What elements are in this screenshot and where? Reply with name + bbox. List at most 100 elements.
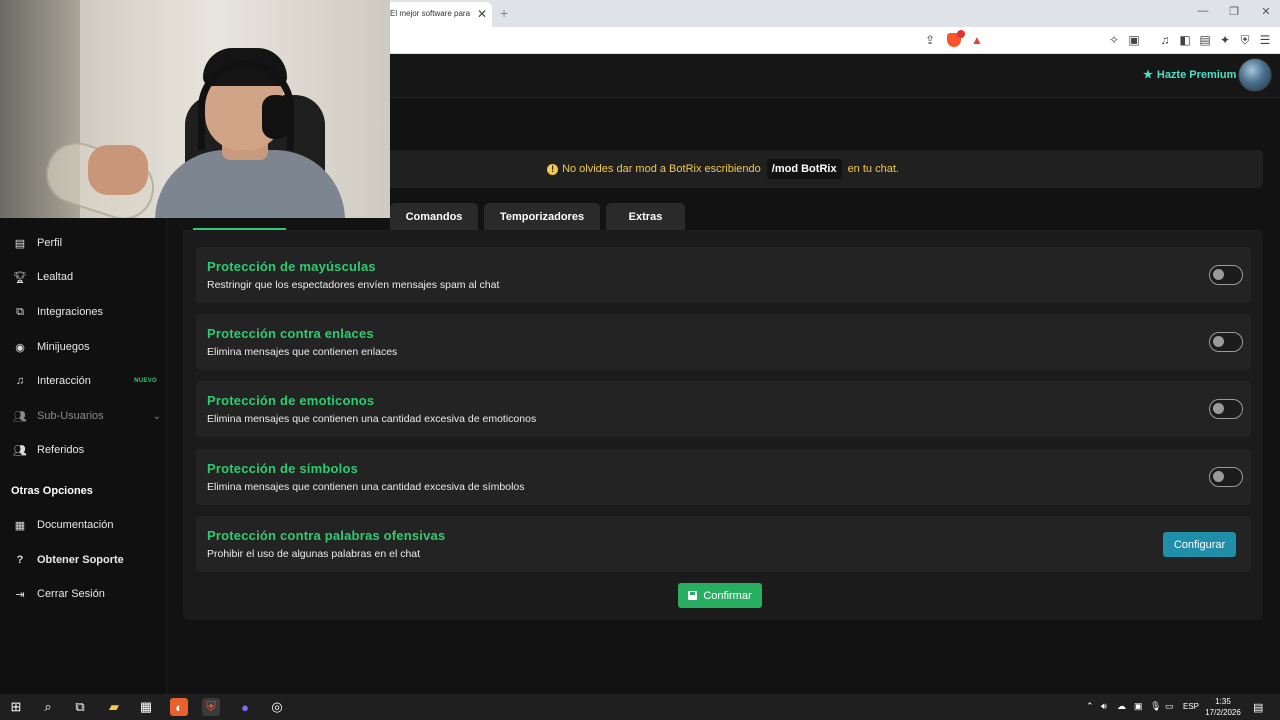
- browser-tab[interactable]: El mejor software para ✕: [386, 2, 492, 27]
- menu-icon[interactable]: ☰: [1258, 33, 1272, 47]
- tab-comandos[interactable]: Comandos: [390, 203, 478, 230]
- tab-temporizadores[interactable]: Temporizadores: [484, 203, 600, 230]
- protection-description: Elimina mensajes que contienen enlaces: [207, 346, 398, 358]
- tray-app-icon[interactable]: ▣: [1134, 701, 1143, 712]
- store-icon[interactable]: ▦: [137, 698, 155, 716]
- microphone-icon[interactable]: 🎙︎: [1150, 701, 1161, 712]
- sidebar-item-perfil[interactable]: ▤ Perfil: [11, 233, 163, 253]
- search-icon[interactable]: ⌕: [39, 698, 57, 716]
- share-icon[interactable]: ⇪: [923, 33, 937, 47]
- save-icon: [688, 591, 698, 600]
- close-tab-icon[interactable]: ✕: [477, 7, 487, 21]
- confirm-button[interactable]: Confirmar: [678, 583, 762, 608]
- network-icon[interactable]: ▭: [1165, 701, 1174, 712]
- simbolos-toggle[interactable]: [1209, 467, 1243, 487]
- restore-button[interactable]: ❐: [1226, 5, 1242, 18]
- protection-title: Protección de mayúsculas: [207, 259, 376, 274]
- clock[interactable]: 1:35 17/2/2026: [1203, 696, 1243, 718]
- protection-description: Restringir que los espectadores envíen m…: [207, 279, 500, 291]
- sidebar-item-label: Cerrar Sesión: [37, 588, 105, 600]
- sidebar-item-label: Integraciones: [37, 306, 104, 318]
- protection-card-emoticonos: Protección de emoticonos Elimina mensaje…: [196, 381, 1251, 437]
- clock-time: 1:35: [1215, 697, 1231, 706]
- music-note-icon: ♫: [15, 375, 25, 387]
- sidebar-item-label: Interacción: [37, 375, 91, 387]
- webcam-person-hand: [88, 145, 148, 195]
- task-view-icon[interactable]: ⧉: [71, 698, 89, 716]
- sidebar-item-label: Documentación: [37, 519, 114, 531]
- sidebar-item-lealtad[interactable]: 🏆︎ Lealtad: [11, 267, 163, 287]
- brave-browser-icon[interactable]: ⛨: [202, 698, 220, 716]
- sidebar-icon[interactable]: ◧: [1178, 33, 1192, 47]
- emoticonos-toggle[interactable]: [1209, 399, 1243, 419]
- users-icon: 👥︎: [13, 410, 27, 423]
- configure-button[interactable]: Configurar: [1163, 532, 1236, 557]
- sidebar-item-referidos[interactable]: 👥︎ Referidos: [11, 440, 163, 460]
- wallet-icon[interactable]: ▤: [1198, 33, 1212, 47]
- protection-card-enlaces: Protección contra enlaces Elimina mensaj…: [196, 314, 1251, 370]
- obs-icon[interactable]: ◎: [268, 698, 286, 716]
- music-icon[interactable]: ♫: [1158, 33, 1172, 47]
- discord-icon[interactable]: ●: [236, 698, 254, 716]
- sidebar-item-soporte[interactable]: ? Obtener Soporte: [11, 550, 163, 570]
- browser-tab-title: El mejor software para: [390, 9, 471, 18]
- sidebar-item-sub-usuarios[interactable]: 👥︎ Sub-Usuarios ⌄: [11, 406, 163, 426]
- sidebar-item-minijuegos[interactable]: ◉ Minijuegos: [11, 337, 163, 357]
- toggle-knob: [1213, 471, 1224, 482]
- tray-chevron-up-icon[interactable]: ⌃: [1086, 701, 1094, 712]
- app-orange-icon[interactable]: ◐: [170, 698, 188, 716]
- gamepad-icon: ◉: [15, 341, 25, 354]
- brave-rewards-icon[interactable]: ▲: [970, 33, 984, 47]
- mayusculas-toggle[interactable]: [1209, 265, 1243, 285]
- trophy-icon: 🏆︎: [13, 271, 27, 284]
- sidebar-item-label: Minijuegos: [37, 341, 90, 353]
- volume-icon[interactable]: 🔊︎: [1101, 701, 1107, 712]
- leo-ai-icon[interactable]: ✦: [1218, 33, 1232, 47]
- star-icon: ★: [1143, 69, 1153, 81]
- sidebar-item-cerrar-sesion[interactable]: ⇥ Cerrar Sesión: [11, 584, 163, 604]
- toggle-knob: [1213, 336, 1224, 347]
- vpn-icon[interactable]: ⛨: [1238, 33, 1252, 47]
- extensions-icon[interactable]: ✧: [1107, 33, 1121, 47]
- protection-card-mayusculas: Protección de mayúsculas Restringir que …: [196, 247, 1251, 303]
- new-tab-button[interactable]: +: [500, 5, 508, 21]
- premium-link[interactable]: ★ Hazte Premium: [1143, 68, 1236, 81]
- tab-extras[interactable]: Extras: [606, 203, 685, 230]
- file-explorer-icon[interactable]: ▰: [105, 698, 123, 716]
- sidebar-item-label: Perfil: [37, 237, 63, 249]
- minimize-button[interactable]: —: [1195, 5, 1211, 17]
- windows-start-icon[interactable]: ⊞: [7, 698, 25, 716]
- user-group-icon: 👥︎: [13, 444, 27, 457]
- chevron-down-icon: ⌄: [152, 410, 161, 422]
- sidebar-item-interaccion[interactable]: ♫ Interacción NUEVO: [11, 371, 163, 391]
- protection-description: Elimina mensajes que contienen una canti…: [207, 481, 525, 493]
- logout-icon: ⇥: [15, 588, 25, 601]
- screenshot-icon[interactable]: ▣: [1127, 33, 1141, 47]
- protection-card-simbolos: Protección de símbolos Elimina mensajes …: [196, 449, 1251, 505]
- brave-shield-icon[interactable]: [947, 30, 965, 47]
- clock-date: 17/2/2026: [1205, 708, 1241, 717]
- toggle-knob: [1213, 403, 1224, 414]
- premium-label: Hazte Premium: [1156, 69, 1237, 81]
- protection-description: Prohibir el uso de algunas palabras en e…: [207, 548, 421, 560]
- notifications-icon[interactable]: ▤: [1253, 701, 1263, 714]
- language-indicator[interactable]: ESP: [1183, 702, 1199, 711]
- protection-title: Protección contra enlaces: [207, 326, 374, 341]
- help-icon: ?: [16, 554, 24, 566]
- sidebar-item-label: Obtener Soporte: [37, 554, 124, 566]
- protection-title: Protección contra palabras ofensivas: [207, 528, 446, 543]
- sidebar-section-title: Otras Opciones: [11, 485, 93, 497]
- weather-icon[interactable]: ☁: [1117, 701, 1126, 712]
- sidebar-item-documentacion[interactable]: ▦ Documentación: [11, 515, 163, 535]
- avatar[interactable]: [1238, 58, 1272, 92]
- id-card-icon: ▤: [14, 237, 26, 250]
- new-badge: NUEVO: [134, 378, 157, 384]
- webcam-headset-earcup: [262, 95, 290, 139]
- close-window-button[interactable]: ✕: [1258, 5, 1274, 18]
- confirm-label: Confirmar: [703, 589, 752, 602]
- webcam-overlay: [0, 0, 390, 218]
- notice-command: /mod BotRix: [766, 159, 842, 179]
- enlaces-toggle[interactable]: [1209, 332, 1243, 352]
- sidebar-item-integraciones[interactable]: ⧉ Integraciones: [11, 302, 163, 322]
- protection-title: Protección de emoticonos: [207, 393, 375, 408]
